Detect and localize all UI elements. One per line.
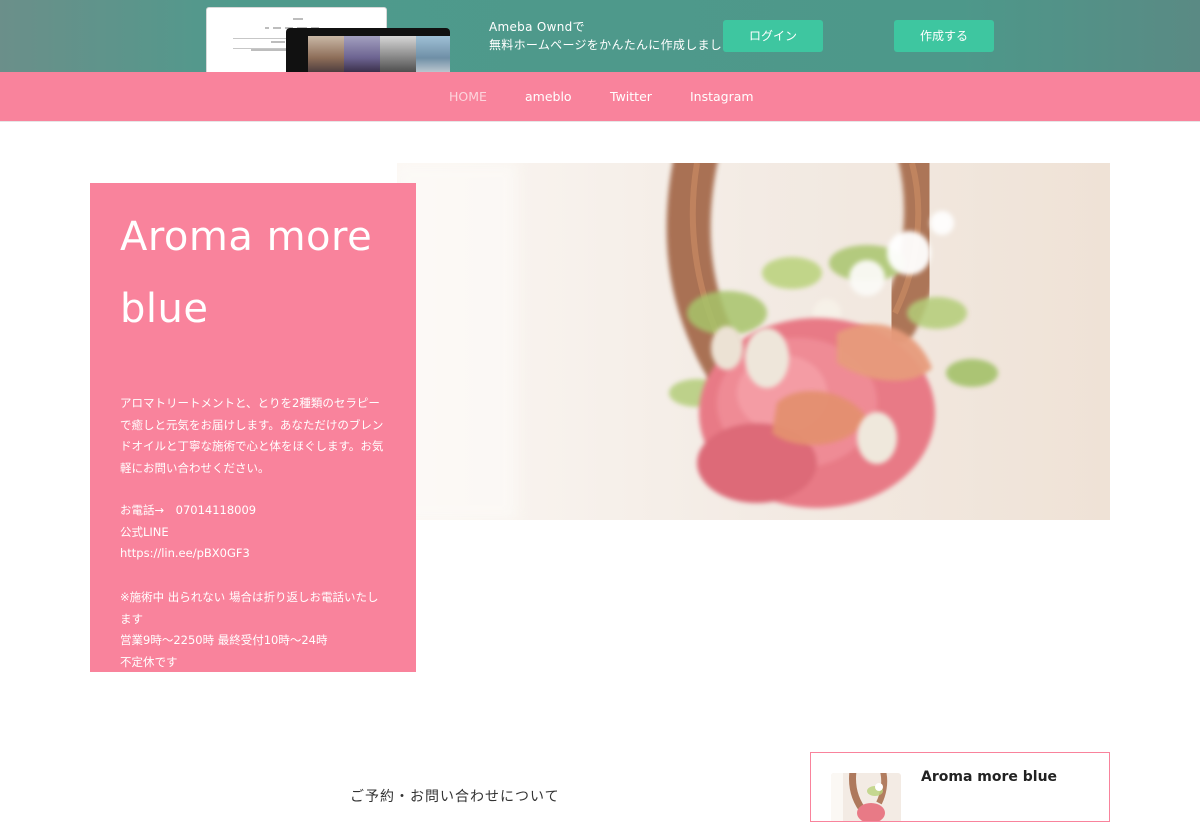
create-site-button[interactable]: 作成する [894, 20, 994, 52]
profile-name[interactable]: Aroma more blue [921, 769, 1057, 785]
section-heading: ご予約・お問い合わせについて [350, 789, 560, 805]
nav-ameblo[interactable]: ameblo [525, 72, 572, 122]
ownd-promo-banner: Ameba Owndで 無料ホームページをかんたんに作成しましょう！ ログイン … [0, 0, 1200, 72]
profile-avatar [831, 773, 901, 821]
profile-card[interactable]: Aroma more blue [810, 752, 1110, 822]
nav-instagram[interactable]: Instagram [690, 72, 754, 122]
site-title[interactable]: Aroma more blue [120, 201, 390, 345]
nav-home[interactable]: HOME [449, 72, 487, 122]
hero-wreath-image [397, 163, 1110, 520]
promo-message: Ameba Owndで 無料ホームページをかんたんに作成しましょう！ [489, 18, 759, 54]
nav-twitter[interactable]: Twitter [610, 72, 652, 122]
site-description: アロマトリートメントと、とりを2種類のセラピーで癒しと元気をお届けします。あなた… [120, 396, 384, 475]
promo-message-line1: Ameba Owndで [489, 20, 585, 34]
promo-site-preview-dark [286, 28, 450, 72]
promo-message-line2: 無料ホームページをかんたんに作成しましょう！ [489, 38, 760, 52]
site-info-panel: Aroma more blue アロマトリートメントと、とりを2種類のセラピーで… [90, 183, 416, 672]
global-nav: HOME ameblo Twitter Instagram [0, 72, 1200, 122]
login-button[interactable]: ログイン [723, 20, 823, 52]
site-contact-info: お電話→ 07014118009 公式LINE https://lin.ee/p… [120, 503, 379, 669]
